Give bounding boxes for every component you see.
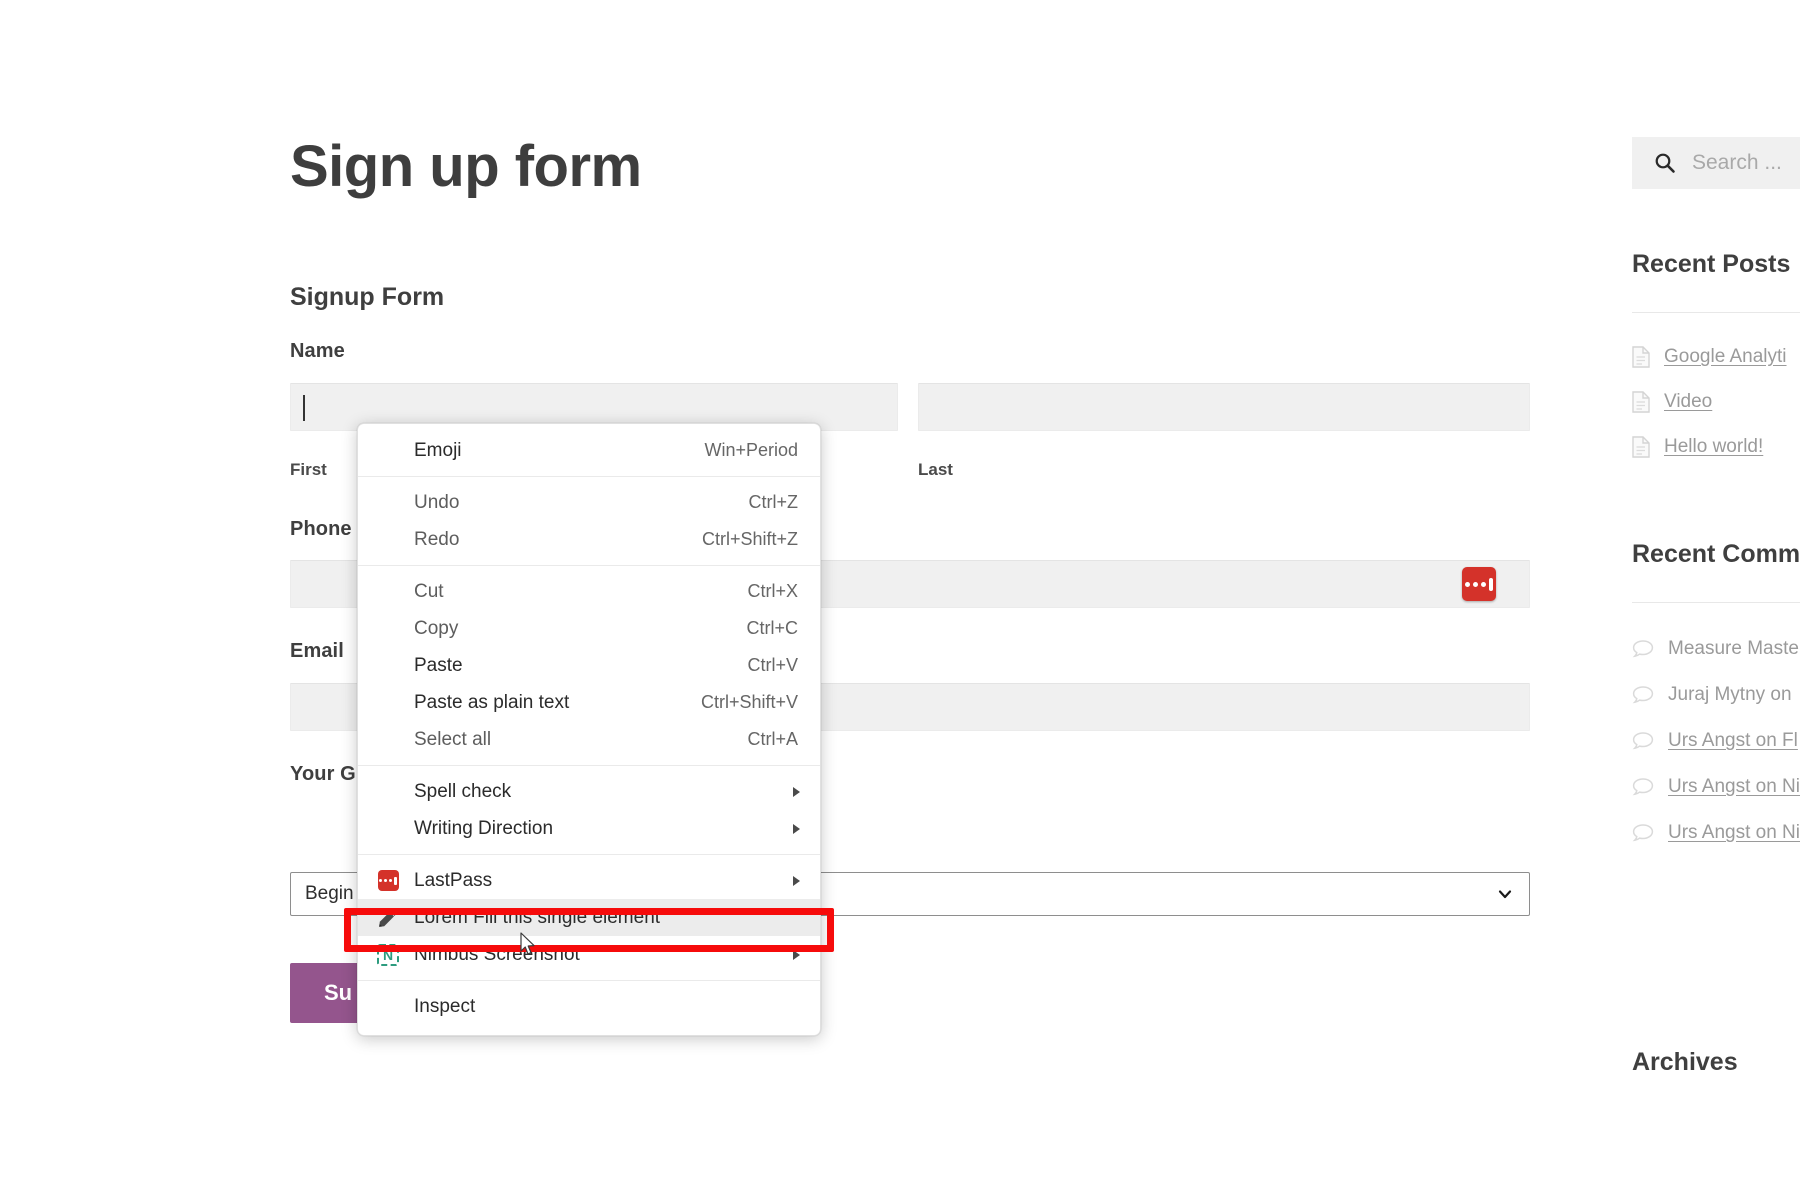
menu-item-nimbus-screenshot[interactable]: N Nimbus Screenshot <box>358 936 820 973</box>
gender-label: Your G <box>290 763 356 785</box>
list-item[interactable]: Hello world! <box>1632 436 1800 458</box>
recent-comments-heading: Recent Comm <box>1632 540 1800 568</box>
mouse-cursor-icon <box>520 932 535 955</box>
menu-item-accelerator: Win+Period <box>704 440 798 460</box>
comment-bubble-icon <box>1632 686 1654 704</box>
menu-item-accelerator: Ctrl+Shift+Z <box>701 529 798 549</box>
comment-bubble-icon <box>1632 640 1654 658</box>
menu-item-label: Select all <box>414 728 492 750</box>
menu-separator <box>358 854 820 855</box>
list-item-label: Hello world! <box>1664 436 1764 457</box>
list-item[interactable]: Measure Master <box>1632 638 1800 660</box>
menu-item-accelerator: Ctrl+X <box>747 581 798 601</box>
menu-item-accelerator: Ctrl+C <box>746 618 798 638</box>
menu-item-lorem-fill-this-single-element[interactable]: Lorem Fill this single element <box>358 899 820 936</box>
menu-item-label: Redo <box>414 528 460 550</box>
menu-item-copy[interactable]: Copy Ctrl+C <box>358 610 820 647</box>
list-item-label: Urs Angst on Ni <box>1668 822 1800 843</box>
menu-item-select-all[interactable]: Select all Ctrl+A <box>358 721 820 758</box>
recent-posts-list: Google Analyti Video Hello world! <box>1632 346 1800 458</box>
menu-item-label: Copy <box>414 617 459 639</box>
menu-item-label: Cut <box>414 580 444 602</box>
menu-item-inspect[interactable]: Inspect <box>358 988 820 1025</box>
archives-heading: Archives <box>1632 1048 1738 1076</box>
list-item-label: Measure Master <box>1668 638 1800 659</box>
recent-posts-heading: Recent Posts <box>1632 250 1791 278</box>
name-label: Name <box>290 340 345 362</box>
last-name-sublabel: Last <box>918 460 953 479</box>
list-item[interactable]: Video <box>1632 391 1800 413</box>
menu-item-accelerator: Ctrl+Z <box>748 492 799 512</box>
list-item[interactable]: Urs Angst on Fl <box>1632 730 1800 752</box>
menu-item-paste-as-plain-text[interactable]: Paste as plain text Ctrl+Shift+V <box>358 684 820 721</box>
menu-item-label: Nimbus Screenshot <box>414 943 580 965</box>
submenu-arrow-icon <box>793 786 800 797</box>
menu-item-paste[interactable]: Paste Ctrl+V <box>358 647 820 684</box>
first-name-sublabel: First <box>290 460 327 479</box>
search-icon <box>1655 153 1675 173</box>
menu-item-redo[interactable]: Redo Ctrl+Shift+Z <box>358 521 820 558</box>
document-icon <box>1632 391 1650 413</box>
list-item-label: Juraj Mytny on <box>1668 684 1792 705</box>
page-root: Sign up form Signup Form Name First Last… <box>0 0 1800 1200</box>
recent-comments-list: Measure Master Juraj Mytny on Urs Angst … <box>1632 638 1800 844</box>
recent-posts-divider <box>1632 312 1800 313</box>
menu-item-emoji[interactable]: Emoji Win+Period <box>358 432 820 469</box>
menu-item-undo[interactable]: Undo Ctrl+Z <box>358 484 820 521</box>
search-placeholder: Search ... <box>1692 151 1782 174</box>
menu-item-accelerator: Ctrl+A <box>747 729 798 749</box>
menu-item-accelerator: Ctrl+Shift+V <box>700 692 798 712</box>
document-icon <box>1632 436 1650 458</box>
nimbus-icon: N <box>376 943 400 967</box>
submenu-arrow-icon <box>793 949 800 960</box>
menu-item-label: Writing Direction <box>414 817 554 839</box>
text-caret <box>303 395 305 421</box>
menu-separator <box>358 476 820 477</box>
menu-item-label: Paste as plain text <box>414 691 570 713</box>
menu-item-writing-direction[interactable]: Writing Direction <box>358 810 820 847</box>
menu-item-label: Spell check <box>414 780 512 802</box>
last-name-input[interactable] <box>918 383 1530 431</box>
menu-item-label: Undo <box>414 491 460 513</box>
recent-comments-divider <box>1632 602 1800 603</box>
comment-bubble-icon <box>1632 778 1654 796</box>
submenu-arrow-icon <box>793 875 800 886</box>
lastpass-icon <box>376 869 400 893</box>
menu-item-cut[interactable]: Cut Ctrl+X <box>358 573 820 610</box>
submenu-arrow-icon <box>793 823 800 834</box>
list-item-label: Video <box>1664 391 1713 412</box>
phone-label: Phone <box>290 518 352 540</box>
menu-item-label: Inspect <box>414 995 476 1017</box>
select-value: Begin <box>305 883 354 904</box>
list-item-label: Google Analyti <box>1664 346 1787 367</box>
menu-item-label: Lorem Fill this single element <box>414 906 661 928</box>
email-label: Email <box>290 640 344 662</box>
menu-item-lastpass[interactable]: LastPass <box>358 862 820 899</box>
search-input[interactable]: Search ... <box>1632 137 1800 189</box>
document-icon <box>1632 346 1650 368</box>
list-item-label: Urs Angst on Fl <box>1668 730 1798 751</box>
list-item-label: Urs Angst on Ni <box>1668 776 1800 797</box>
menu-separator <box>358 565 820 566</box>
menu-item-spell-check[interactable]: Spell check <box>358 773 820 810</box>
menu-separator <box>358 765 820 766</box>
lastpass-icon[interactable] <box>1462 567 1496 601</box>
comment-bubble-icon <box>1632 824 1654 842</box>
list-item[interactable]: Urs Angst on Ni <box>1632 822 1800 844</box>
menu-item-label: Emoji <box>414 439 462 461</box>
comment-bubble-icon <box>1632 732 1654 750</box>
menu-item-accelerator: Ctrl+V <box>747 655 798 675</box>
page-title: Sign up form <box>290 134 642 199</box>
menu-item-label: Paste <box>414 654 463 676</box>
menu-separator <box>358 980 820 981</box>
list-item[interactable]: Google Analyti <box>1632 346 1800 368</box>
form-heading: Signup Form <box>290 283 445 311</box>
context-menu: Emoji Win+Period Undo Ctrl+Z Redo Ctrl+S… <box>357 423 821 1036</box>
pencil-icon <box>376 906 400 930</box>
list-item[interactable]: Juraj Mytny on <box>1632 684 1800 706</box>
menu-item-label: LastPass <box>414 869 493 891</box>
chevron-down-icon <box>1498 890 1512 899</box>
list-item[interactable]: Urs Angst on Ni <box>1632 776 1800 798</box>
